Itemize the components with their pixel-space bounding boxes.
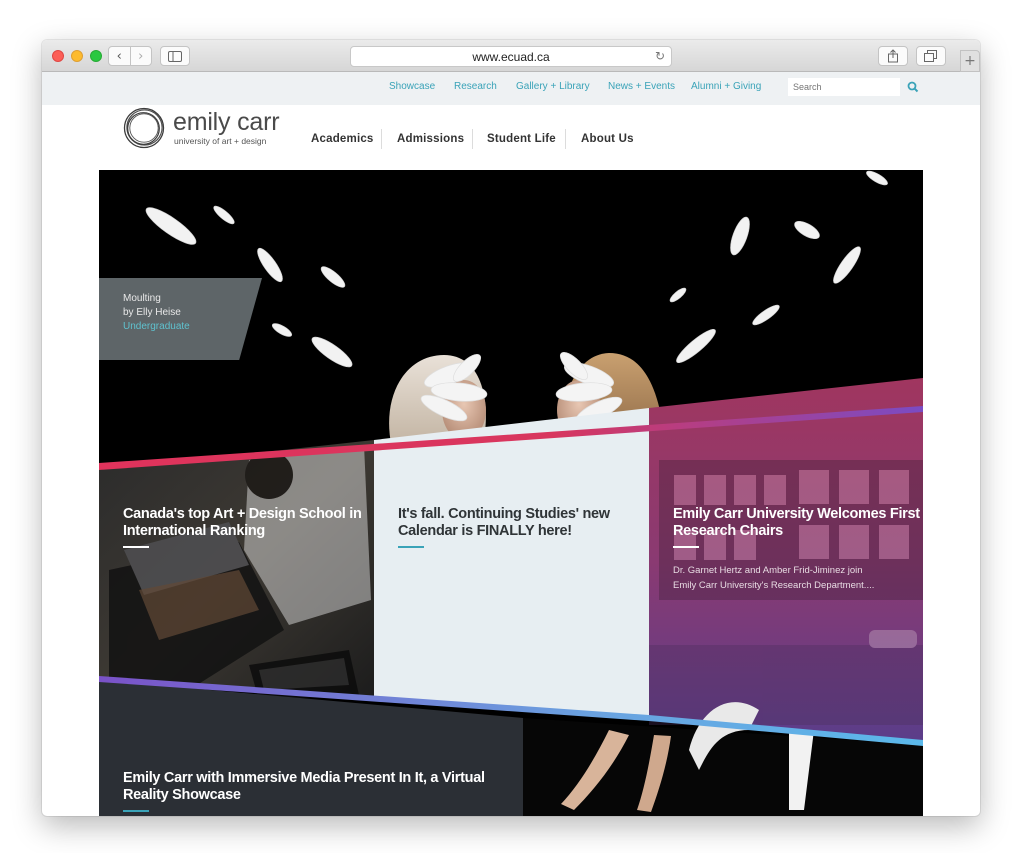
utility-link-alumni-giving[interactable]: Alumni + Giving bbox=[691, 81, 761, 92]
sidebar-icon bbox=[168, 50, 182, 62]
new-tab-button[interactable]: + bbox=[960, 50, 980, 72]
back-icon[interactable]: ‹ bbox=[109, 47, 130, 65]
nav-admissions[interactable]: Admissions bbox=[397, 133, 464, 145]
calendar-tile bbox=[374, 408, 649, 720]
share-button[interactable] bbox=[878, 46, 908, 66]
utility-link-research[interactable]: Research bbox=[454, 81, 497, 92]
card-title-line: Canada's top Art + Design School in bbox=[123, 506, 362, 523]
card-title-line: International Ranking bbox=[123, 523, 265, 540]
logo-wordmark[interactable]: emily carr bbox=[173, 108, 280, 137]
sidebar-toggle-button[interactable] bbox=[160, 46, 190, 66]
vr-card-title[interactable]: Emily Carr with Immersive Media Present … bbox=[123, 770, 485, 803]
card-title-line: Reality Showcase bbox=[123, 787, 241, 804]
card-desc-line: Dr. Garnet Hertz and Amber Frid-Jiminez … bbox=[673, 565, 863, 576]
browser-window: ‹ › www.ecuad.ca ↻ Showcase Research Gal… bbox=[42, 40, 980, 816]
browser-toolbar: ‹ › www.ecuad.ca ↻ bbox=[42, 40, 980, 72]
address-bar[interactable]: www.ecuad.ca ↻ bbox=[350, 46, 672, 67]
forward-icon[interactable]: › bbox=[129, 47, 152, 65]
zoom-window-button[interactable] bbox=[90, 50, 102, 62]
card-title-line: Calendar is FINALLY here! bbox=[398, 523, 572, 539]
logo-tagline: university of art + design bbox=[174, 136, 267, 146]
minimize-window-button[interactable] bbox=[71, 50, 83, 62]
history-nav: ‹ › bbox=[108, 46, 152, 66]
caption-category-link[interactable]: Undergraduate bbox=[123, 321, 190, 332]
card-desc-line: Emily Carr University's Research Departm… bbox=[673, 580, 875, 591]
research-card-desc: Dr. Garnet Hertz and Amber Frid-Jiminez … bbox=[673, 563, 874, 593]
hero-section: Moulting by Elly Heise Undergraduate Can… bbox=[99, 170, 923, 816]
caption-byline: by Elly Heise bbox=[123, 307, 181, 318]
ranking-card-title[interactable]: Canada's top Art + Design School in Inte… bbox=[123, 506, 362, 539]
nav-student-life[interactable]: Student Life bbox=[487, 133, 556, 145]
share-icon bbox=[888, 49, 898, 63]
nav-divider bbox=[381, 129, 382, 149]
close-window-button[interactable] bbox=[52, 50, 64, 62]
search-input[interactable] bbox=[788, 78, 900, 96]
tabs-icon bbox=[924, 50, 937, 62]
caption-title: Moulting bbox=[123, 293, 161, 304]
hero-caption[interactable]: Moulting by Elly Heise Undergraduate bbox=[99, 278, 262, 360]
card-title-line: Emily Carr University Welcomes First bbox=[673, 506, 920, 523]
card-rule bbox=[673, 546, 699, 548]
calendar-card-title[interactable]: It's fall. Continuing Studies' new Calen… bbox=[398, 506, 610, 540]
search-icon[interactable] bbox=[905, 79, 921, 95]
card-rule bbox=[398, 546, 424, 548]
url-text: www.ecuad.ca bbox=[472, 49, 550, 64]
card-rule bbox=[123, 810, 149, 812]
utility-link-showcase[interactable]: Showcase bbox=[389, 81, 435, 92]
hero-artwork bbox=[99, 170, 923, 816]
tabs-overview-button[interactable] bbox=[916, 46, 946, 66]
utility-link-gallery-library[interactable]: Gallery + Library bbox=[516, 81, 590, 92]
nav-divider bbox=[565, 129, 566, 149]
card-title-line: Emily Carr with Immersive Media Present … bbox=[123, 770, 485, 787]
research-card-title[interactable]: Emily Carr University Welcomes First Res… bbox=[673, 506, 920, 539]
nav-divider bbox=[472, 129, 473, 149]
card-title-line: Research Chairs bbox=[673, 523, 783, 540]
utility-nav: Showcase Research Gallery + Library News… bbox=[42, 72, 980, 105]
card-rule bbox=[123, 546, 149, 548]
nav-academics[interactable]: Academics bbox=[311, 133, 374, 145]
reload-icon[interactable]: ↻ bbox=[655, 49, 665, 63]
logo-icon[interactable] bbox=[122, 106, 166, 150]
utility-link-news-events[interactable]: News + Events bbox=[608, 81, 675, 92]
nav-about-us[interactable]: About Us bbox=[581, 133, 634, 145]
card-title-line: It's fall. Continuing Studies' new bbox=[398, 506, 610, 522]
